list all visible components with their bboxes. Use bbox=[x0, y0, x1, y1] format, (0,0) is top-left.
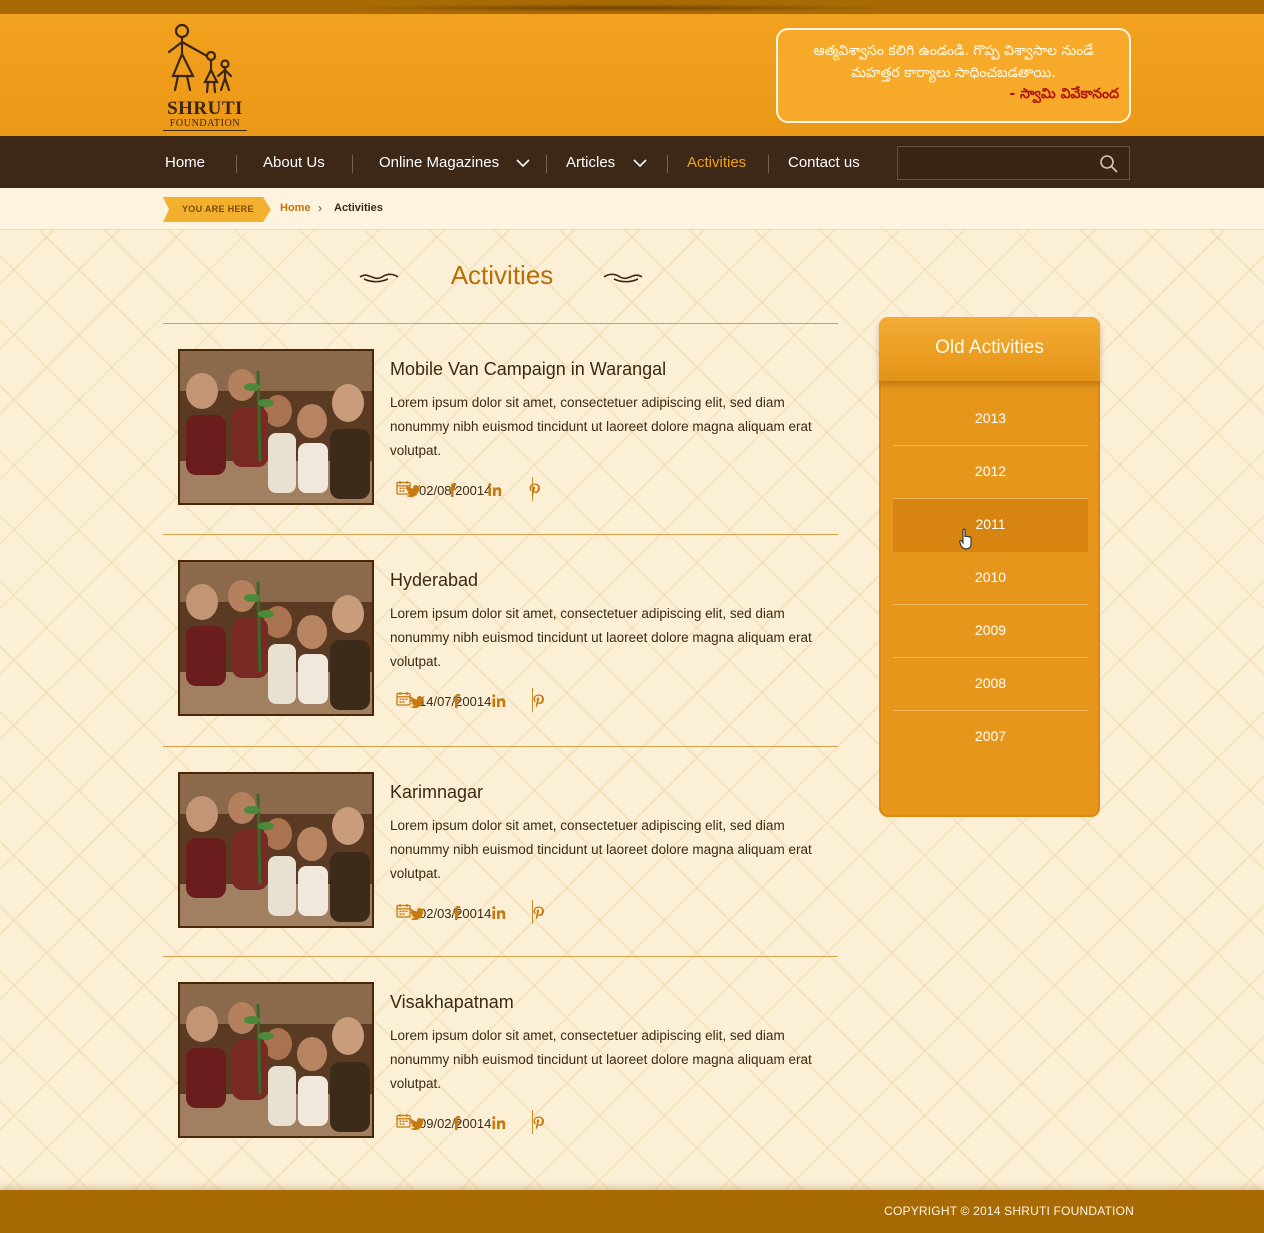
divider bbox=[163, 323, 838, 324]
top-strip bbox=[0, 0, 1264, 14]
activity-description: Lorem ipsum dolor sit amet, consectetuer… bbox=[390, 606, 812, 669]
activity-item: Karimnagar Lorem ipsum dolor sit amet, co… bbox=[164, 772, 838, 972]
year-link-2012[interactable]: 2012 bbox=[893, 446, 1088, 499]
twitter-icon[interactable] bbox=[408, 904, 426, 922]
linkedin-icon[interactable] bbox=[486, 481, 504, 499]
pinterest-icon[interactable] bbox=[530, 692, 548, 710]
divider bbox=[163, 746, 838, 747]
nav-divider bbox=[352, 155, 353, 173]
pinterest-icon[interactable] bbox=[526, 481, 544, 499]
chevron-right-icon: › bbox=[318, 201, 322, 215]
year-link-2009[interactable]: 2009 bbox=[893, 605, 1088, 658]
chevron-down-icon[interactable] bbox=[516, 158, 530, 168]
logo-figures-icon bbox=[167, 23, 233, 94]
year-link-2007[interactable]: 2007 bbox=[893, 711, 1088, 764]
facebook-icon[interactable] bbox=[447, 1114, 465, 1132]
nav-item-activities[interactable]: Activities bbox=[687, 136, 746, 188]
activity-description: Lorem ipsum dolor sit amet, consectetuer… bbox=[390, 818, 812, 881]
old-activities-panel: Old Activities 2013 2012 2011 2010 2009 2008 2… bbox=[879, 317, 1100, 817]
flourish-left-icon bbox=[359, 273, 399, 283]
year-link-2013[interactable]: 2013 bbox=[893, 393, 1088, 446]
nav-divider bbox=[236, 155, 237, 173]
activity-title[interactable]: Mobile Van Campaign in Warangal bbox=[390, 359, 666, 380]
year-link-2008[interactable]: 2008 bbox=[893, 658, 1088, 711]
activity-title[interactable]: Karimnagar bbox=[390, 782, 483, 803]
activity-item: Mobile Van Campaign in Warangal Lorem ips… bbox=[164, 349, 838, 549]
site-footer: COPYRIGHT © 2014 SHRUTI FOUNDATION bbox=[0, 1190, 1264, 1233]
twitter-icon[interactable] bbox=[408, 1114, 426, 1132]
activity-description: Lorem ipsum dolor sit amet, consectetuer… bbox=[390, 1028, 812, 1091]
activity-thumbnail[interactable] bbox=[178, 982, 374, 1138]
linkedin-icon[interactable] bbox=[490, 692, 508, 710]
facebook-icon[interactable] bbox=[447, 692, 465, 710]
divider bbox=[163, 534, 838, 535]
search-icon[interactable] bbox=[1099, 154, 1119, 174]
pinterest-icon[interactable] bbox=[530, 1114, 548, 1132]
site-header: SHRUTI FOUNDATION ఆత్మవిశ్వాసం కలిగి ఉండ… bbox=[0, 14, 1264, 136]
pinterest-icon[interactable] bbox=[530, 904, 548, 922]
flourish-right-icon bbox=[603, 273, 643, 283]
nav-item-home[interactable]: Home bbox=[165, 136, 205, 188]
linkedin-icon[interactable] bbox=[490, 1114, 508, 1132]
old-activities-title: Old Activities bbox=[879, 317, 1100, 381]
quote-line-2: మహత్తర కార్యాలు సాధించబడతాయి. bbox=[851, 65, 1056, 81]
nav-item-contact-us[interactable]: Contact us bbox=[788, 136, 860, 188]
hand-cursor-icon bbox=[959, 528, 972, 550]
nav-item-articles[interactable]: Articles bbox=[566, 136, 615, 188]
activity-thumbnail[interactable] bbox=[178, 560, 374, 716]
activity-title[interactable]: Hyderabad bbox=[390, 570, 478, 591]
logo-name: SHRUTI bbox=[167, 98, 243, 119]
facebook-icon[interactable] bbox=[447, 904, 465, 922]
activity-thumbnail[interactable] bbox=[178, 772, 374, 928]
breadcrumb: YOU ARE HERE Home › Activities bbox=[0, 188, 1264, 230]
activity-item: Visakhapatnam Lorem ipsum dolor sit amet,… bbox=[164, 982, 838, 1182]
logo-subtitle: FOUNDATION bbox=[163, 118, 247, 131]
nav-divider bbox=[667, 155, 668, 173]
page-title: Activities bbox=[450, 260, 554, 290]
search-box bbox=[897, 146, 1130, 180]
activity-thumbnail[interactable] bbox=[178, 349, 374, 505]
quote-line-1: ఆత్మవిశ్వాసం కలిగి ఉండండి. గొప్ప విశ్వాస… bbox=[813, 43, 1094, 59]
you-are-here-badge: YOU ARE HERE bbox=[163, 197, 271, 222]
main-nav: Home About Us Online Magazines Articles … bbox=[0, 136, 1264, 188]
twitter-icon[interactable] bbox=[404, 481, 422, 499]
year-link-2010[interactable]: 2010 bbox=[893, 552, 1088, 605]
search-input[interactable] bbox=[898, 147, 1093, 179]
you-are-here-label: YOU ARE HERE bbox=[182, 204, 254, 214]
activity-title[interactable]: Visakhapatnam bbox=[390, 992, 514, 1013]
facebook-icon[interactable] bbox=[443, 481, 461, 499]
nav-item-about-us[interactable]: About Us bbox=[263, 136, 325, 188]
activity-description: Lorem ipsum dolor sit amet, consectetuer… bbox=[390, 395, 812, 458]
chevron-down-icon[interactable] bbox=[633, 158, 647, 168]
nav-item-online-magazines[interactable]: Online Magazines bbox=[379, 136, 499, 188]
divider bbox=[163, 956, 838, 957]
linkedin-icon[interactable] bbox=[490, 904, 508, 922]
activity-item: Hyderabad Lorem ipsum dolor sit amet, con… bbox=[164, 560, 838, 760]
twitter-icon[interactable] bbox=[408, 692, 426, 710]
nav-divider bbox=[546, 155, 547, 173]
copyright-text: COPYRIGHT © 2014 SHRUTI FOUNDATION bbox=[884, 1204, 1134, 1218]
breadcrumb-current: Activities bbox=[334, 202, 383, 214]
breadcrumb-home-link[interactable]: Home bbox=[280, 202, 311, 214]
site-logo[interactable]: SHRUTI FOUNDATION bbox=[163, 22, 253, 131]
nav-divider bbox=[768, 155, 769, 173]
year-link-2011[interactable]: 2011 bbox=[893, 499, 1088, 552]
quote-author: - స్వామి వివేకానంద bbox=[1009, 86, 1119, 102]
quote-box: ఆత్మవిశ్వాసం కలిగి ఉండండి. గొప్ప విశ్వాస… bbox=[776, 28, 1131, 123]
